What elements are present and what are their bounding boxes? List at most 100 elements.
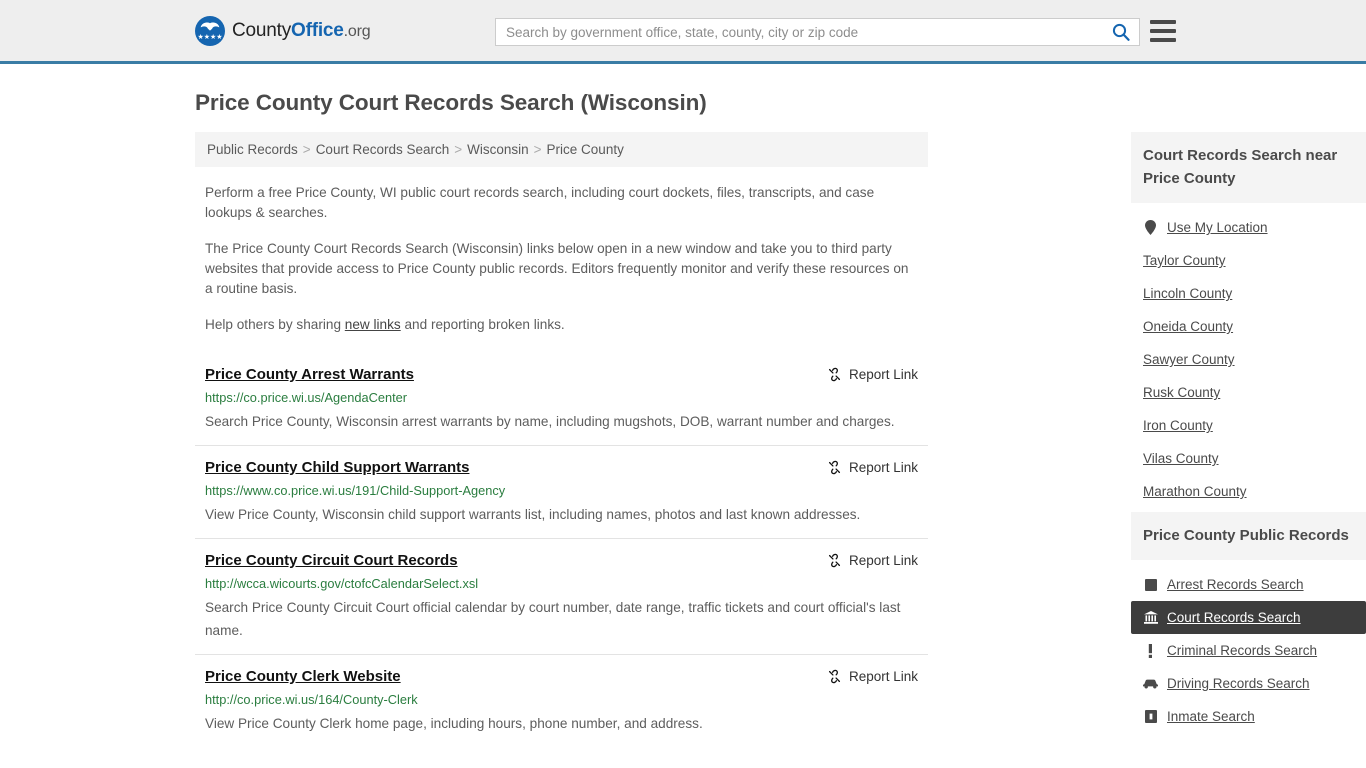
county-label: Marathon County: [1143, 484, 1247, 499]
square-badge-icon: [1143, 578, 1158, 591]
breadcrumb-item-court-records-search[interactable]: Court Records Search: [316, 142, 450, 157]
intro-paragraph-2: The Price County Court Records Search (W…: [205, 241, 909, 296]
result-header: Price County Child Support Warrants Repo…: [205, 459, 918, 476]
new-links-link[interactable]: new links: [345, 317, 401, 332]
menu-bar-1: [1150, 20, 1176, 24]
menu-bar-2: [1150, 29, 1176, 33]
breadcrumb-item-wisconsin[interactable]: Wisconsin: [467, 142, 529, 157]
result-description: Search Price County Circuit Court offici…: [205, 600, 901, 638]
eagle-shield-icon: ★★★★: [195, 15, 225, 46]
sidebar-item-inmate-search[interactable]: Inmate Search: [1131, 700, 1366, 733]
public-records-panel-body: Arrest Records Search Court Records Sear…: [1131, 560, 1366, 733]
county-label: Iron County: [1143, 418, 1213, 433]
sidebar: Court Records Search near Price County U…: [1131, 132, 1366, 737]
sidebar-item-label: Court Records Search: [1167, 610, 1301, 625]
map-pin-icon: [1143, 220, 1158, 235]
sidebar-item-court-records-search[interactable]: Court Records Search: [1131, 601, 1366, 634]
county-label: Lincoln County: [1143, 286, 1233, 301]
results-list: Price County Arrest Warrants Report Link…: [195, 353, 928, 747]
site-logo[interactable]: ★★★★ CountyOffice.org: [195, 15, 371, 46]
sidebar-item-label: Driving Records Search: [1167, 676, 1310, 691]
result-item: Price County Child Support Warrants Repo…: [195, 445, 928, 538]
courthouse-icon: [1143, 611, 1158, 624]
sidebar-item-label: Arrest Records Search: [1167, 577, 1304, 592]
result-url: http://co.price.wi.us/164/County-Clerk: [205, 692, 418, 707]
nearby-panel-body: Use My Location Taylor County Lincoln Co…: [1131, 203, 1366, 508]
search-input[interactable]: [496, 19, 1103, 45]
sidebar-item-oneida-county[interactable]: Oneida County: [1131, 310, 1366, 343]
stars-glyph: ★★★★: [197, 33, 223, 41]
sidebar-item-sawyer-county[interactable]: Sawyer County: [1131, 343, 1366, 376]
county-label: Oneida County: [1143, 319, 1234, 334]
result-url: https://co.price.wi.us/AgendaCenter: [205, 390, 408, 405]
sidebar-item-lincoln-county[interactable]: Lincoln County: [1131, 277, 1366, 310]
report-link-button[interactable]: Report Link: [827, 367, 918, 382]
county-label: Rusk County: [1143, 385, 1221, 400]
report-link-label: Report Link: [848, 367, 918, 382]
sidebar-item-vilas-county[interactable]: Vilas County: [1131, 442, 1366, 475]
sidebar-item-criminal-records-search[interactable]: Criminal Records Search: [1131, 634, 1366, 667]
report-link-button[interactable]: Report Link: [827, 553, 918, 568]
content-columns: Public Records > Court Records Search > Wisc…: [195, 132, 1366, 747]
intro-section: Perform a free Price County, WI public c…: [195, 183, 928, 335]
public-records-panel-heading: Price County Public Records: [1131, 512, 1366, 560]
result-url: http://wcca.wicourts.gov/ctofcCalendarSe…: [205, 576, 479, 591]
sidebar-item-driving-records-search[interactable]: Driving Records Search: [1131, 667, 1366, 700]
report-link-label: Report Link: [848, 460, 918, 475]
result-title-link[interactable]: Price County Circuit Court Records: [205, 552, 458, 569]
intro-p3-before: Help others by sharing: [205, 317, 345, 332]
inmate-icon: [1143, 710, 1158, 723]
broken-link-icon: [828, 367, 840, 382]
sidebar-item-label: Criminal Records Search: [1167, 643, 1318, 658]
use-my-location-button[interactable]: Use My Location: [1131, 211, 1366, 244]
sidebar-item-marathon-county[interactable]: Marathon County: [1131, 475, 1366, 508]
intro-p3-after: and reporting broken links.: [400, 317, 565, 332]
result-header: Price County Clerk Website Report Link: [205, 668, 918, 685]
broken-link-icon: [828, 553, 840, 568]
breadcrumb-item-price-county[interactable]: Price County: [547, 142, 624, 157]
search-button[interactable]: [1103, 19, 1139, 45]
broken-link-icon: [828, 460, 840, 475]
result-url: https://www.co.price.wi.us/191/Child-Sup…: [205, 483, 506, 498]
report-link-button[interactable]: Report Link: [827, 460, 918, 475]
nearby-panel-heading: Court Records Search near Price County: [1131, 132, 1366, 203]
use-my-location-label: Use My Location: [1167, 220, 1268, 235]
sidebar-item-label: Inmate Search: [1167, 709, 1255, 724]
sidebar-item-rusk-county[interactable]: Rusk County: [1131, 376, 1366, 409]
page-container: Price County Court Records Search (Wisco…: [0, 90, 1366, 747]
site-header: ★★★★ CountyOffice.org: [0, 0, 1366, 64]
hamburger-menu-icon[interactable]: [1150, 20, 1176, 42]
result-description: View Price County, Wisconsin child suppo…: [205, 507, 861, 522]
result-description: View Price County Clerk home page, inclu…: [205, 716, 703, 731]
sidebar-item-arrest-records-search[interactable]: Arrest Records Search: [1131, 568, 1366, 601]
breadcrumb: Public Records > Court Records Search > Wisc…: [195, 132, 928, 167]
result-item: Price County Circuit Court Records Repor…: [195, 538, 928, 654]
sidebar-item-iron-county[interactable]: Iron County: [1131, 409, 1366, 442]
result-title-link[interactable]: Price County Arrest Warrants: [205, 366, 414, 383]
breadcrumb-separator: >: [533, 142, 542, 157]
county-label: Taylor County: [1143, 253, 1226, 268]
county-label: Vilas County: [1143, 451, 1219, 466]
logo-text-office: Office: [291, 19, 344, 41]
result-title-link[interactable]: Price County Clerk Website: [205, 668, 401, 685]
logo-text-org: .org: [343, 22, 371, 40]
breadcrumb-item-public-records[interactable]: Public Records: [207, 142, 298, 157]
report-link-button[interactable]: Report Link: [827, 669, 918, 684]
page-title: Price County Court Records Search (Wisco…: [195, 90, 707, 115]
sidebar-item-taylor-county[interactable]: Taylor County: [1131, 244, 1366, 277]
menu-bar-3: [1150, 38, 1176, 42]
nearby-panel: Court Records Search near Price County U…: [1131, 132, 1366, 508]
broken-link-icon: [828, 669, 840, 684]
report-link-label: Report Link: [848, 669, 918, 684]
intro-paragraph-3: Help others by sharing new links and rep…: [205, 315, 918, 335]
eagle-glyph: [200, 21, 220, 31]
report-link-label: Report Link: [848, 553, 918, 568]
car-icon: [1143, 678, 1158, 689]
breadcrumb-separator: >: [302, 142, 311, 157]
result-description: Search Price County, Wisconsin arrest wa…: [205, 414, 895, 429]
search-bar[interactable]: [495, 18, 1140, 46]
exclamation-icon: [1143, 643, 1158, 658]
result-header: Price County Arrest Warrants Report Link: [205, 366, 918, 383]
result-title-link[interactable]: Price County Child Support Warrants: [205, 459, 469, 476]
logo-text-county: County: [232, 19, 292, 41]
